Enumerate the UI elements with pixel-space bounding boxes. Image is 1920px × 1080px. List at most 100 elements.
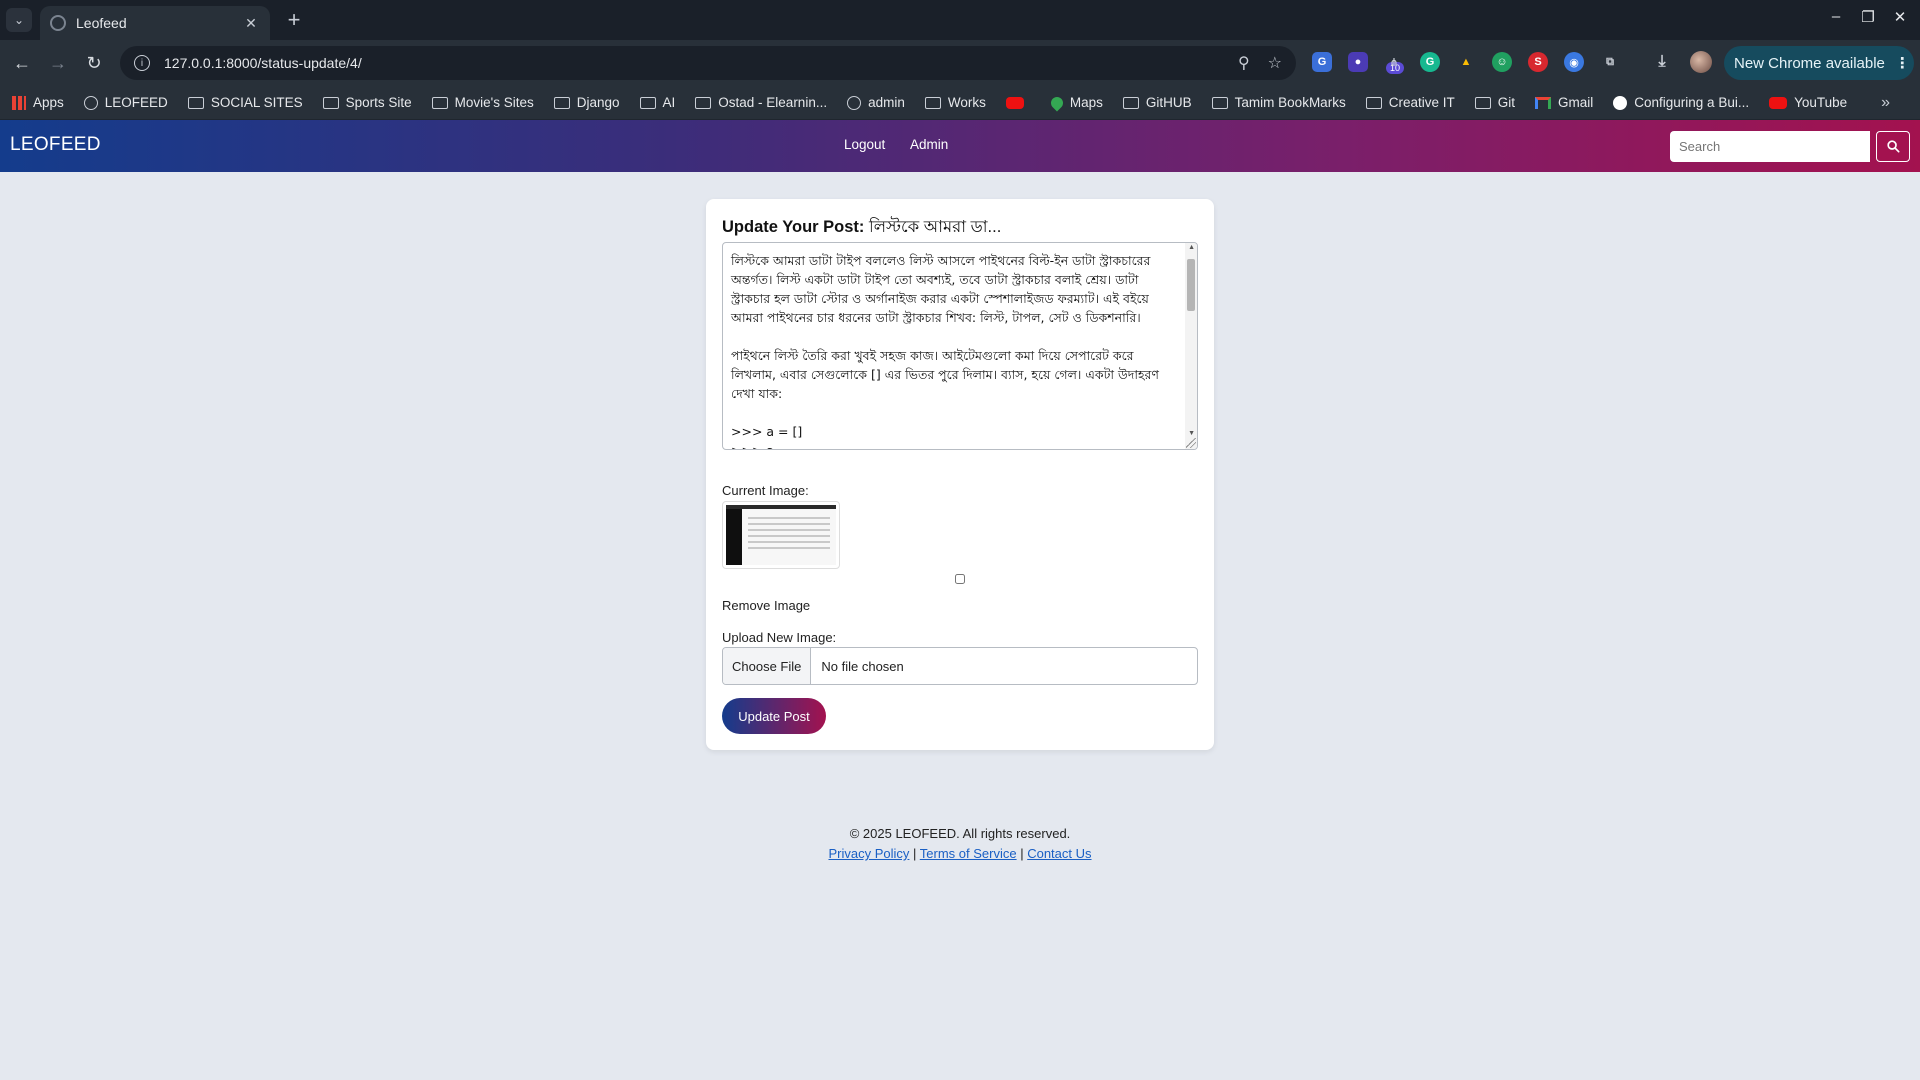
extension-icon[interactable]: ●: [1348, 52, 1368, 72]
extensions-puzzle-icon[interactable]: ⧉: [1600, 52, 1620, 72]
bookmark-item[interactable]: GitHUB: [1122, 95, 1192, 110]
close-window-icon[interactable]: ✕: [1890, 8, 1910, 26]
terms-of-service-link[interactable]: Terms of Service: [920, 846, 1017, 861]
post-content-text[interactable]: লিস্টকে আমরা ডাটা টাইপ বললেও লিস্ট আসলে …: [731, 251, 1177, 449]
red-extension-icon[interactable]: S: [1528, 52, 1548, 72]
bookmark-label: Django: [576, 95, 620, 110]
textarea-scrollbar[interactable]: ▲ ▼: [1185, 243, 1197, 449]
logout-link[interactable]: Logout: [844, 137, 885, 152]
thumbnail-preview: [726, 505, 836, 565]
bookmarks-bar: Apps LEOFEED SOCIAL SITES Sports Site Movie'…: [0, 86, 1920, 120]
url-text[interactable]: 127.0.0.1:8000/status-update/4/: [164, 55, 1220, 71]
bookmark-item[interactable]: Sports Site: [322, 95, 412, 110]
bookmark-item[interactable]: AI: [639, 95, 675, 110]
bookmark-label: Creative IT: [1388, 95, 1455, 110]
footer-separator: |: [1016, 846, 1028, 861]
folder-icon: [322, 96, 339, 109]
bookmark-item[interactable]: Tamim BookMarks: [1211, 95, 1346, 110]
scroll-up-arrow-icon[interactable]: ▲: [1188, 244, 1195, 251]
bookmark-item[interactable]: [1005, 96, 1031, 109]
post-content-textarea[interactable]: লিস্টকে আমরা ডাটা টাইপ বললেও লিস্ট আসলে …: [722, 242, 1198, 450]
new-chrome-label: New Chrome available: [1734, 54, 1885, 72]
bookmark-star-icon[interactable]: ☆: [1268, 53, 1282, 73]
bookmark-item[interactable]: LEOFEED: [83, 95, 168, 110]
forward-arrow-icon[interactable]: →: [47, 52, 69, 74]
browser-tab[interactable]: Leofeed ✕: [40, 6, 270, 40]
bookmark-label: Apps: [33, 95, 64, 110]
kebab-menu-icon[interactable]: ⋮: [1895, 54, 1910, 72]
grammarly-extension-icon[interactable]: G: [1420, 52, 1440, 72]
close-tab-icon[interactable]: ✕: [242, 15, 260, 32]
browser-tab-strip: ⌄ Leofeed ✕ + – ❐ ✕: [0, 0, 1920, 40]
drive-extension-icon[interactable]: ▲: [1456, 52, 1476, 72]
footer: © 2025 LEOFEED. All rights reserved. Pri…: [0, 826, 1920, 861]
translate-extension-icon[interactable]: G: [1312, 52, 1332, 72]
bookmark-label: admin: [868, 95, 905, 110]
search-button[interactable]: [1876, 131, 1910, 162]
folder-icon: [1211, 96, 1228, 109]
current-image-thumbnail: [722, 501, 840, 569]
globe-icon: [50, 15, 66, 31]
bookmark-item[interactable]: Gmail: [1535, 95, 1593, 110]
bookmark-item[interactable]: SOCIAL SITES: [187, 95, 303, 110]
reload-icon[interactable]: ↻: [83, 52, 105, 74]
contact-us-link[interactable]: Contact Us: [1027, 846, 1091, 861]
profile-avatar[interactable]: [1690, 51, 1712, 73]
admin-link[interactable]: Admin: [910, 137, 948, 152]
scrollbar-thumb[interactable]: [1187, 259, 1195, 311]
bookmark-item[interactable]: Configuring a Bui...: [1613, 95, 1749, 110]
bookmark-item[interactable]: Ostad - Elearnin...: [695, 95, 827, 110]
update-post-button[interactable]: Update Post: [722, 698, 826, 734]
bookmark-label: GitHUB: [1145, 95, 1192, 110]
bookmark-item[interactable]: admin: [847, 95, 905, 110]
search-icon: [1886, 140, 1900, 153]
zoom-icon[interactable]: ⚲: [1238, 53, 1250, 73]
minimize-icon[interactable]: –: [1826, 8, 1846, 25]
file-input[interactable]: Choose File No file chosen: [722, 647, 1198, 685]
new-tab-plus-icon[interactable]: +: [280, 6, 308, 34]
bookmark-label: LEOFEED: [104, 95, 168, 110]
address-bar[interactable]: i 127.0.0.1:8000/status-update/4/ ⚲ ☆: [120, 46, 1296, 80]
bookmark-label: SOCIAL SITES: [210, 95, 303, 110]
search-input[interactable]: [1670, 131, 1870, 162]
youtube-icon: [1005, 96, 1024, 109]
download-icon[interactable]: ⤓: [1652, 52, 1672, 72]
folder-icon: [639, 96, 656, 109]
tab-search-chevron-icon[interactable]: ⌄: [6, 8, 32, 32]
gmail-icon: [1535, 96, 1551, 109]
site-info-icon[interactable]: i: [134, 55, 150, 71]
choose-file-button[interactable]: Choose File: [723, 648, 812, 684]
remove-image-checkbox[interactable]: [955, 574, 965, 584]
bookmark-item[interactable]: Git: [1474, 95, 1515, 110]
privacy-policy-link[interactable]: Privacy Policy: [828, 846, 909, 861]
bookmark-item[interactable]: Works: [924, 95, 986, 110]
bookmark-label: YouTube: [1794, 95, 1848, 110]
robot-extension-icon[interactable]: ☺: [1492, 52, 1512, 72]
folder-icon: [1365, 96, 1382, 109]
bookmark-item[interactable]: YouTube: [1769, 95, 1847, 110]
upload-image-label: Upload New Image:: [722, 630, 837, 645]
folder-icon: [1122, 96, 1139, 109]
blue-extension-icon[interactable]: ◉: [1564, 52, 1584, 72]
tab-title: Leofeed: [76, 15, 127, 31]
brand-logo[interactable]: LEOFEED: [10, 134, 101, 156]
new-chrome-available-button[interactable]: New Chrome available ⋮: [1724, 46, 1914, 80]
resize-grip-icon[interactable]: [1186, 438, 1196, 448]
folder-icon: [1474, 96, 1491, 109]
apps-grid-icon: [12, 95, 26, 110]
scroll-down-arrow-icon[interactable]: ▼: [1188, 430, 1195, 437]
bookmark-item[interactable]: Movie's Sites: [431, 95, 534, 110]
bookmark-item[interactable]: Maps: [1048, 94, 1103, 111]
bookmark-item[interactable]: Django: [553, 95, 620, 110]
footer-links: Privacy Policy | Terms of Service | Cont…: [0, 846, 1920, 861]
update-post-card: Update Your Post: লিস্টকে আমরা ডা... লিস…: [706, 199, 1214, 750]
bookmark-item[interactable]: Creative IT: [1365, 95, 1455, 110]
bookmark-label: Movie's Sites: [454, 95, 534, 110]
bookmark-item[interactable]: Apps: [12, 95, 64, 110]
triangle-logo-icon: [1613, 95, 1628, 110]
restore-icon[interactable]: ❐: [1858, 8, 1878, 26]
share-extension-icon[interactable]: ⋔: [1384, 52, 1404, 72]
more-bookmarks-chevron-icon[interactable]: »: [1881, 94, 1890, 112]
back-arrow-icon[interactable]: ←: [11, 52, 33, 74]
bookmark-label: Ostad - Elearnin...: [718, 95, 828, 110]
